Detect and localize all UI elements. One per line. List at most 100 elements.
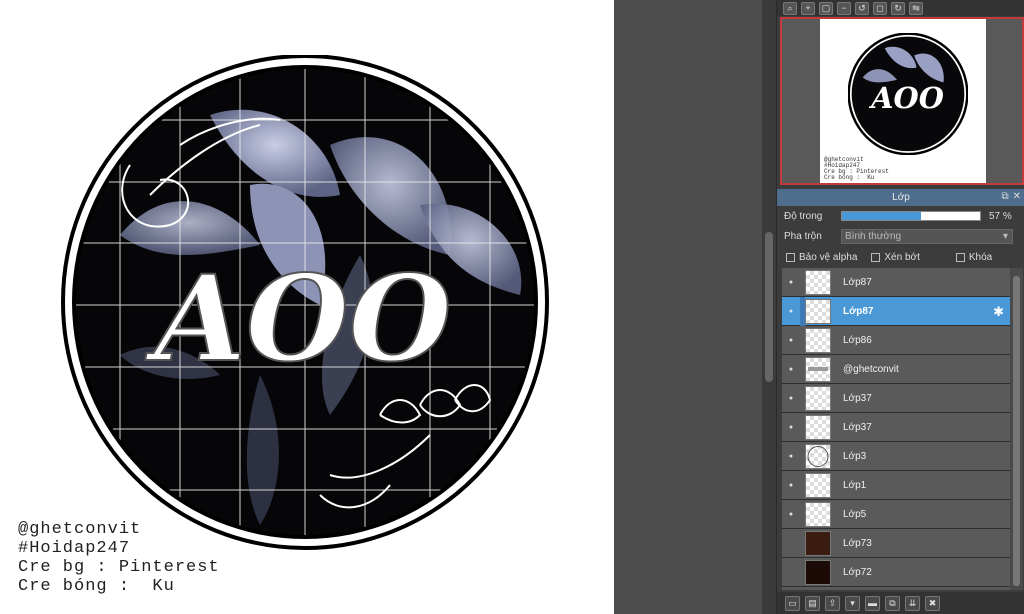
opacity-slider-fill: [842, 212, 921, 220]
visibility-eye-icon[interactable]: ●: [782, 279, 800, 286]
rotate-left-icon[interactable]: ↺: [855, 1, 869, 15]
chevron-down-icon: ▾: [1002, 230, 1008, 242]
text-thumb-icon: [808, 367, 828, 371]
layers-panel-header: Lớp ⧉ ✕: [777, 189, 1024, 206]
visibility-eye-icon[interactable]: ●: [782, 424, 800, 431]
blend-label: Pha trộn: [784, 230, 822, 242]
layer-name: Lớp87: [843, 305, 874, 317]
layer-thumbnail[interactable]: [805, 328, 831, 353]
zoom-in-icon[interactable]: +: [801, 1, 815, 15]
layer-name: Lớp37: [843, 421, 872, 433]
visibility-eye-icon[interactable]: ●: [782, 366, 800, 373]
drawing-canvas[interactable]: AOO @ghetconvit #Hoidap247 Cre bg : Pint…: [0, 0, 614, 614]
layer-thumbnail[interactable]: [805, 270, 831, 295]
protect-alpha-checkbox[interactable]: Bảo vệ alpha: [786, 252, 857, 263]
new-raster-icon[interactable]: ▤: [805, 595, 820, 611]
circle-thumb-icon: [807, 446, 829, 467]
close-icon[interactable]: ✕: [1013, 191, 1021, 202]
credits-text: @ghetconvit #Hoidap247 Cre bg : Pinteres…: [18, 520, 220, 596]
navigator-artwork: AOO: [848, 33, 968, 155]
layer-name: Lớp73: [843, 537, 872, 549]
add-layer-menu-icon[interactable]: ▾: [845, 595, 860, 611]
rotate-right-icon[interactable]: ↻: [891, 1, 905, 15]
layer-thumbnail[interactable]: [805, 444, 831, 469]
zoom-icon[interactable]: ⌕: [783, 1, 797, 15]
gear-icon[interactable]: ✱: [993, 304, 1004, 320]
layer-row[interactable]: ● Lớp87 ✱: [782, 297, 1010, 326]
visibility-eye-icon[interactable]: ●: [782, 482, 800, 489]
lock-label: Khóa: [968, 251, 993, 263]
opacity-slider[interactable]: [841, 211, 981, 221]
merge-layer-icon[interactable]: ⇊: [905, 595, 920, 611]
lock-checkbox[interactable]: Khóa: [955, 251, 993, 263]
visibility-eye-icon[interactable]: ●: [782, 453, 800, 460]
folder-icon[interactable]: ▬: [865, 595, 880, 611]
actual-size-icon[interactable]: ◻: [873, 1, 887, 15]
right-panel: ⌕ + ▢ − ↺ ◻ ↻ ⇋ AOO @ghetconvit #Hoidap2…: [776, 0, 1024, 614]
navigator-canvas: AOO @ghetconvit #Hoidap247 Cre bg : Pint…: [820, 19, 986, 183]
navigator-title-text: AOO: [868, 81, 944, 115]
layer-thumbnail[interactable]: [805, 473, 831, 498]
opacity-value: 57 %: [989, 210, 1012, 222]
credit-line: Cre bóng : Ku: [18, 577, 175, 596]
flip-icon[interactable]: ⇋: [909, 1, 923, 15]
navigator-credits: @ghetconvit #Hoidap247 Cre bg : Pinteres…: [824, 157, 889, 181]
navigator-toolbar: ⌕ + ▢ − ↺ ◻ ↻ ⇋: [777, 0, 1024, 16]
checkbox-box[interactable]: [786, 252, 795, 262]
credit-line: Cre bg : Pinterest: [18, 558, 220, 577]
checkbox-box[interactable]: [955, 252, 965, 262]
layer-thumbnail[interactable]: [805, 502, 831, 527]
layer-list: ● Lớp87 ● Lớp87 ✱ ● Lớp86 ● @ghetconvit ● Lớp37 ● Lớ…: [782, 268, 1010, 590]
blend-mode-select[interactable]: Bình thường ▾: [841, 228, 1013, 244]
layer-row[interactable]: ● Lớp86: [782, 326, 1010, 355]
artwork-circle: AOO: [61, 55, 549, 550]
layer-thumbnail[interactable]: [805, 357, 831, 382]
navigator-preview[interactable]: AOO @ghetconvit #Hoidap247 Cre bg : Pint…: [780, 17, 1024, 185]
zoom-out-icon[interactable]: −: [837, 1, 851, 15]
import-layer-icon[interactable]: ⇪: [825, 595, 840, 611]
layer-list-scrollbar-thumb[interactable]: [1013, 276, 1020, 586]
layer-name: Lớp5: [843, 508, 867, 520]
layer-row[interactable]: ● Lớp87: [782, 268, 1010, 297]
canvas-scrollbar[interactable]: [762, 0, 776, 614]
layer-thumbnail[interactable]: [805, 531, 831, 556]
new-layer-icon[interactable]: ▭: [785, 595, 800, 611]
fit-icon[interactable]: ▢: [819, 1, 833, 15]
layer-row[interactable]: ● Lớp5: [782, 500, 1010, 529]
visibility-eye-icon[interactable]: ●: [782, 511, 800, 518]
layer-list-scrollbar[interactable]: [1010, 268, 1023, 590]
app-window: AOO @ghetconvit #Hoidap247 Cre bg : Pint…: [0, 0, 1024, 614]
duplicate-layer-icon[interactable]: ⧉: [885, 595, 900, 611]
layer-name: Lớp72: [843, 566, 872, 578]
layer-row[interactable]: ● Lớp1: [782, 471, 1010, 500]
credit-line: #Hoidap247: [18, 539, 131, 558]
layer-row[interactable]: Lớp73: [782, 529, 1010, 558]
layer-options-row: Bảo vệ alpha Xén bớt Khóa: [777, 248, 1024, 266]
checkbox-box[interactable]: [871, 252, 881, 262]
layer-row[interactable]: Lớp72: [782, 558, 1010, 587]
layer-thumbnail[interactable]: [805, 560, 831, 585]
layer-row[interactable]: ● @ghetconvit: [782, 355, 1010, 384]
clipping-checkbox[interactable]: Xén bớt: [871, 252, 920, 263]
opacity-row: Độ trong 57 %: [777, 206, 1024, 226]
artwork-title-text: AOO: [144, 249, 451, 388]
credit-line: Cre bóng : Ku: [824, 174, 875, 181]
visibility-eye-icon[interactable]: ●: [782, 337, 800, 344]
opacity-label: Độ trong: [784, 210, 823, 222]
layers-panel-title: Lớp: [892, 192, 910, 203]
layer-name: Lớp37: [843, 392, 872, 404]
layer-thumbnail[interactable]: [805, 415, 831, 440]
layer-row[interactable]: ● Lớp37: [782, 384, 1010, 413]
undock-icon[interactable]: ⧉: [1001, 191, 1008, 202]
workspace-background: [614, 0, 762, 614]
layer-thumbnail[interactable]: [805, 386, 831, 411]
layer-name: @ghetconvit: [843, 363, 899, 375]
visibility-eye-icon[interactable]: ●: [782, 308, 800, 315]
canvas-scrollbar-thumb[interactable]: [765, 232, 773, 382]
visibility-eye-icon[interactable]: ●: [782, 395, 800, 402]
layer-row[interactable]: ● Lớp3: [782, 442, 1010, 471]
delete-layer-icon[interactable]: ✖: [925, 595, 940, 611]
layer-row[interactable]: ● Lớp37: [782, 413, 1010, 442]
layer-name: Lớp86: [843, 334, 872, 346]
layer-thumbnail[interactable]: [805, 299, 831, 324]
